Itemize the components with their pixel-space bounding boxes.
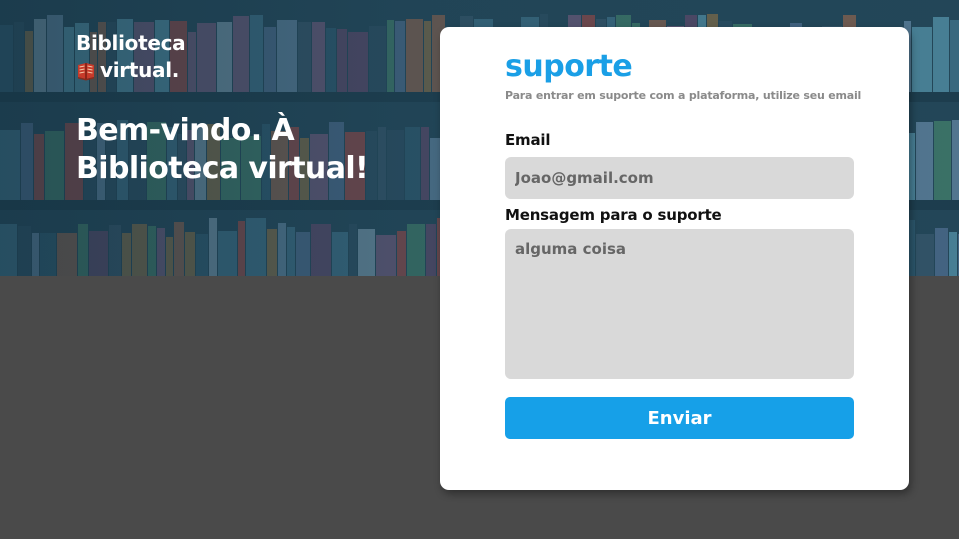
message-textarea[interactable]: alguma coisa	[505, 229, 854, 379]
book-icon	[76, 61, 96, 81]
welcome-heading: Bem-vindo. À Biblioteca virtual!	[76, 113, 369, 186]
support-form-card: suporte Para entrar em suporte com a pla…	[440, 27, 909, 490]
brand-name-line1: Biblioteca	[76, 31, 186, 55]
message-label: Mensagem para o suporte	[505, 206, 722, 224]
brand-name-line2: virtual.	[100, 58, 180, 82]
form-title: suporte	[505, 49, 633, 84]
brand-logo: Biblioteca virtual.	[76, 30, 186, 84]
send-button[interactable]: Enviar	[505, 397, 854, 439]
form-subtitle: Para entrar em suporte com a plataforma,…	[505, 89, 862, 102]
email-label: Email	[505, 131, 551, 149]
email-field[interactable]	[505, 157, 854, 199]
